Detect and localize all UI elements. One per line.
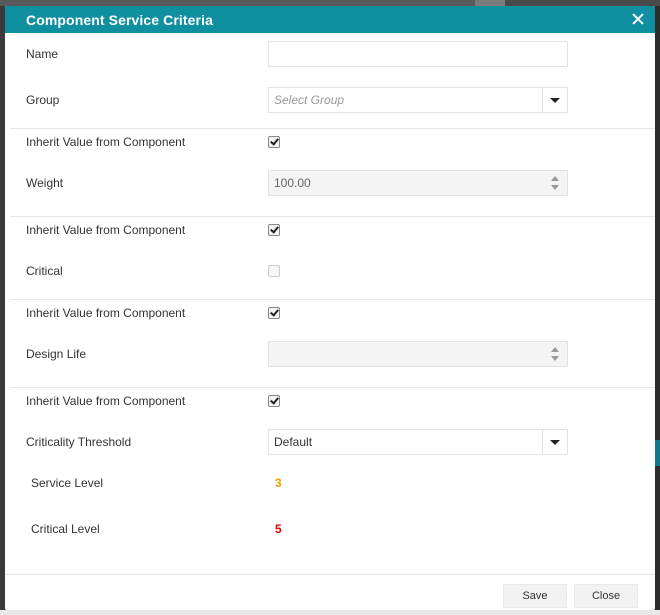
weight-input[interactable]: 100.00 bbox=[268, 170, 568, 196]
caret-down-icon bbox=[550, 98, 560, 103]
criticality-threshold-select[interactable]: Default bbox=[268, 429, 568, 455]
design-life-label: Design Life bbox=[26, 347, 87, 361]
criticality-threshold-label: Criticality Threshold bbox=[26, 435, 132, 449]
name-row: Name bbox=[5, 41, 655, 67]
critical-label: Critical bbox=[26, 264, 63, 278]
design-life-row: Design Life bbox=[5, 341, 655, 367]
dialog-header: Component Service Criteria bbox=[5, 6, 655, 33]
close-button[interactable]: Close bbox=[574, 584, 638, 608]
name-input[interactable] bbox=[268, 41, 568, 67]
service-level-row: Service Level 3 bbox=[5, 470, 655, 496]
inherit-design-life-row: Inherit Value from Component bbox=[5, 300, 655, 326]
group-select[interactable]: Select Group bbox=[268, 87, 568, 113]
component-service-criteria-dialog: Component Service Criteria Name Group Se… bbox=[5, 6, 655, 610]
criticality-threshold-value: Default bbox=[274, 435, 313, 449]
design-life-input[interactable] bbox=[268, 341, 568, 367]
critical-level-value: 5 bbox=[275, 522, 282, 536]
weight-label: Weight bbox=[26, 176, 64, 190]
background-strip bbox=[0, 610, 660, 615]
group-row: Group Select Group bbox=[5, 87, 655, 113]
inherit-threshold-checkbox[interactable] bbox=[268, 395, 280, 407]
footer-divider bbox=[5, 574, 655, 575]
criticality-threshold-dropdown-button[interactable] bbox=[542, 430, 567, 454]
caret-down-icon bbox=[550, 440, 560, 445]
inherit-threshold-label: Inherit Value from Component bbox=[26, 394, 186, 408]
inherit-weight-row: Inherit Value from Component bbox=[5, 129, 655, 155]
inherit-design-life-label: Inherit Value from Component bbox=[26, 306, 186, 320]
inherit-design-life-checkbox[interactable] bbox=[268, 307, 280, 319]
group-dropdown-button[interactable] bbox=[542, 88, 567, 112]
group-placeholder: Select Group bbox=[274, 93, 345, 107]
critical-level-label: Critical Level bbox=[31, 522, 100, 536]
inherit-weight-label: Inherit Value from Component bbox=[26, 135, 186, 149]
critical-checkbox[interactable] bbox=[268, 265, 280, 277]
service-level-label: Service Level bbox=[31, 476, 104, 490]
background-strip bbox=[655, 6, 660, 615]
background-strip bbox=[655, 440, 660, 466]
close-icon[interactable] bbox=[629, 9, 647, 29]
inherit-threshold-row: Inherit Value from Component bbox=[5, 388, 655, 414]
weight-row: Weight 100.00 bbox=[5, 170, 655, 196]
inherit-critical-checkbox[interactable] bbox=[268, 224, 280, 236]
inherit-critical-row: Inherit Value from Component bbox=[5, 217, 655, 243]
save-button[interactable]: Save bbox=[503, 584, 567, 608]
name-label: Name bbox=[26, 47, 59, 61]
inherit-weight-checkbox[interactable] bbox=[268, 136, 280, 148]
spin-down-icon[interactable] bbox=[551, 356, 559, 361]
service-level-value: 3 bbox=[275, 476, 282, 490]
critical-row: Critical bbox=[5, 258, 655, 284]
inherit-critical-label: Inherit Value from Component bbox=[26, 223, 186, 237]
criticality-threshold-row: Criticality Threshold Default bbox=[5, 429, 655, 455]
critical-level-row: Critical Level 5 bbox=[5, 516, 655, 542]
group-label: Group bbox=[26, 93, 60, 107]
spin-down-icon[interactable] bbox=[551, 185, 559, 190]
spin-up-icon[interactable] bbox=[551, 176, 559, 181]
weight-value: 100.00 bbox=[274, 176, 311, 190]
dialog-title: Component Service Criteria bbox=[26, 11, 213, 28]
spin-up-icon[interactable] bbox=[551, 347, 559, 352]
